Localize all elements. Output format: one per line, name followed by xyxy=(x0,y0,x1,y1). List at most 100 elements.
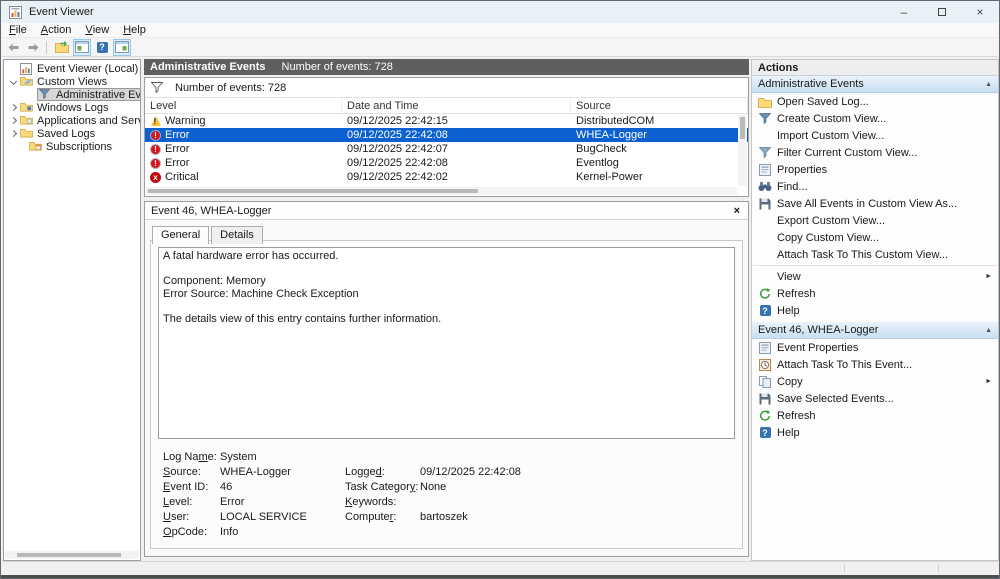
find-binoculars-icon xyxy=(757,181,773,192)
action-copy-submenu[interactable]: Copy ► xyxy=(752,373,998,390)
expander-open-icon[interactable] xyxy=(10,78,17,85)
action-copy-custom-view[interactable]: Copy Custom View... xyxy=(752,229,998,246)
maximize-icon xyxy=(938,8,946,16)
forward-button[interactable] xyxy=(24,39,42,56)
menu-action[interactable]: Action xyxy=(34,23,79,38)
preview-header: Event 46, WHEA-Logger × xyxy=(145,202,748,220)
titlebar: Event Viewer – × xyxy=(1,1,999,23)
results-pane-header: Administrative Events Number of events: … xyxy=(144,59,749,75)
field-label-task-category: Task Category: xyxy=(345,481,420,493)
submenu-arrow-icon: ► xyxy=(985,378,992,385)
menu-help[interactable]: Help xyxy=(116,23,153,38)
tree-item-saved-logs[interactable]: Saved Logs xyxy=(4,127,140,140)
help-icon xyxy=(757,305,773,316)
action-export-custom-view[interactable]: Export Custom View... xyxy=(752,212,998,229)
action-open-saved-log[interactable]: Open Saved Log... xyxy=(752,93,998,110)
maximize-button[interactable] xyxy=(923,1,961,23)
filter-icon xyxy=(757,113,773,124)
field-value-level: Error xyxy=(220,496,345,508)
list-horizontal-scrollbar[interactable] xyxy=(146,187,737,195)
event-row[interactable]: xCritical 09/12/2025 22:42:02 Kernel-Pow… xyxy=(145,170,748,184)
tree-item-custom-views[interactable]: Custom Views xyxy=(4,75,140,88)
taskbar-edge xyxy=(1,575,999,578)
action-save-all-events-as[interactable]: Save All Events in Custom View As... xyxy=(752,195,998,212)
action-find[interactable]: Find... xyxy=(752,178,998,195)
menubar: File Action View Help xyxy=(2,23,998,38)
tree-item-windows-logs[interactable]: Windows Logs xyxy=(4,101,140,114)
event-viewer-app-icon xyxy=(9,6,22,19)
close-icon: × xyxy=(734,205,740,217)
field-value-task-category: None xyxy=(420,481,735,493)
scrollbar-thumb[interactable] xyxy=(740,117,745,139)
show-action-pane-button[interactable] xyxy=(113,39,131,56)
event-row[interactable]: !Error 09/12/2025 22:42:07 BugCheck xyxy=(145,142,748,156)
menu-file[interactable]: File xyxy=(2,23,34,38)
export-log-button[interactable] xyxy=(53,39,71,56)
actions-section-administrative-events[interactable]: Administrative Events ▲ xyxy=(752,76,998,93)
tab-general[interactable]: General xyxy=(152,226,209,244)
action-properties[interactable]: Properties xyxy=(752,161,998,178)
column-header-source[interactable]: Source xyxy=(571,98,748,113)
field-value-log-name: System xyxy=(220,451,345,463)
save-icon xyxy=(757,198,773,210)
back-button[interactable] xyxy=(4,39,22,56)
event-row[interactable]: Warning 09/12/2025 22:42:15 DistributedC… xyxy=(145,114,748,128)
event-fields: Log Name: System Source: WHEA-Logger Log… xyxy=(163,449,735,539)
tree-horizontal-scrollbar[interactable] xyxy=(5,551,139,559)
expander-closed-icon[interactable] xyxy=(10,104,17,111)
show-console-tree-button[interactable] xyxy=(73,39,91,56)
tree-item-subscriptions[interactable]: Subscriptions xyxy=(4,140,140,153)
field-label-logged: Logged: xyxy=(345,466,420,478)
forward-arrow-icon xyxy=(27,43,40,52)
action-event-properties[interactable]: Event Properties xyxy=(752,339,998,356)
field-label-opcode: OpCode: xyxy=(163,526,220,538)
status-bar-separator xyxy=(938,564,939,573)
column-headers: Level Date and Time Source xyxy=(145,98,748,114)
actions-section-event-46[interactable]: Event 46, WHEA-Logger ▲ xyxy=(752,322,998,339)
tree-item-applications-services-logs[interactable]: Applications and Services Lo xyxy=(4,114,140,127)
menu-view[interactable]: View xyxy=(78,23,116,38)
scrollbar-thumb[interactable] xyxy=(148,189,478,193)
folder-icon xyxy=(20,76,33,87)
folder-icon xyxy=(20,115,33,126)
action-refresh[interactable]: Refresh xyxy=(752,285,998,302)
column-header-date-time[interactable]: Date and Time xyxy=(342,98,571,113)
minimize-icon: – xyxy=(901,5,908,19)
action-view-submenu[interactable]: View ► xyxy=(752,268,998,285)
close-button[interactable]: × xyxy=(961,1,999,23)
action-filter-current-custom-view[interactable]: Filter Current Custom View... xyxy=(752,144,998,161)
tab-details[interactable]: Details xyxy=(211,226,263,244)
action-help-event[interactable]: Help xyxy=(752,424,998,441)
column-header-level[interactable]: Level xyxy=(145,98,342,113)
collapse-icon[interactable]: ▲ xyxy=(985,81,992,88)
collapse-icon[interactable]: ▲ xyxy=(985,327,992,334)
filter-icon xyxy=(757,147,773,158)
preview-close-button[interactable]: × xyxy=(734,205,740,217)
help-button[interactable] xyxy=(93,39,111,56)
copy-icon xyxy=(757,376,773,388)
expander-closed-icon[interactable] xyxy=(10,117,17,124)
task-clock-icon xyxy=(757,359,773,371)
filter-funnel-icon xyxy=(151,82,163,93)
scrollbar-thumb[interactable] xyxy=(17,553,121,557)
expander-closed-icon[interactable] xyxy=(10,130,17,137)
filter-summary-bar: Number of events: 728 xyxy=(145,78,748,98)
event-description[interactable]: A fatal hardware error has occurred. Com… xyxy=(158,247,735,439)
tree-item-event-viewer-local[interactable]: Event Viewer (Local) xyxy=(4,62,140,75)
action-save-selected-events[interactable]: Save Selected Events... xyxy=(752,390,998,407)
action-attach-task-to-custom-view[interactable]: Attach Task To This Custom View... xyxy=(752,246,998,263)
action-create-custom-view[interactable]: Create Custom View... xyxy=(752,110,998,127)
action-help[interactable]: Help xyxy=(752,302,998,319)
event-row[interactable]: !Error 09/12/2025 22:42:08 Eventlog xyxy=(145,156,748,170)
minimize-button[interactable]: – xyxy=(885,1,923,23)
list-vertical-scrollbar[interactable] xyxy=(738,115,747,186)
field-label-keywords: Keywords: xyxy=(345,496,420,508)
tree-item-administrative-events[interactable]: Administrative Events xyxy=(4,88,140,101)
window-title: Event Viewer xyxy=(29,6,94,18)
action-import-custom-view[interactable]: Import Custom View... xyxy=(752,127,998,144)
action-attach-task-to-event[interactable]: Attach Task To This Event... xyxy=(752,356,998,373)
event-row-selected[interactable]: !Error 09/12/2025 22:42:08 WHEA-Logger xyxy=(145,128,748,142)
submenu-arrow-icon: ► xyxy=(985,273,992,280)
properties-icon xyxy=(757,342,773,354)
action-refresh-event[interactable]: Refresh xyxy=(752,407,998,424)
